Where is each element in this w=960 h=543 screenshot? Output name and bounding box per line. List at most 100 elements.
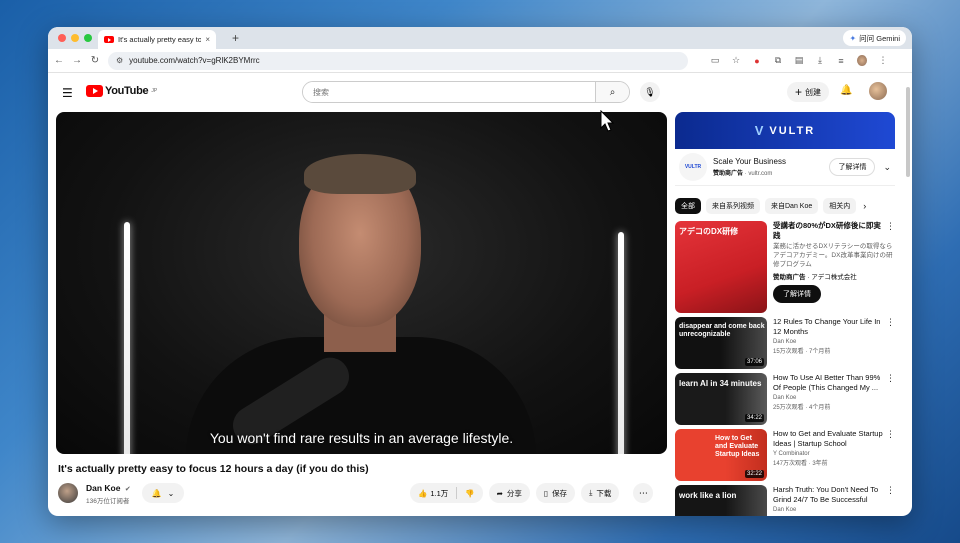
recommendation-meta: 15万次观看 · 7个月前 xyxy=(773,349,831,356)
chevron-right-icon[interactable]: › xyxy=(863,201,866,211)
save-button[interactable]: ▯ 保存 xyxy=(535,483,576,503)
chip-related[interactable]: 相关内 xyxy=(823,198,857,214)
video-player[interactable]: You won't find rare results in an averag… xyxy=(56,112,667,454)
sponsored-thumbnail[interactable]: アデコのDX研修 xyxy=(675,221,767,313)
reload-icon[interactable]: ↻ xyxy=(90,55,100,66)
kebab-menu-icon[interactable]: ⋮ xyxy=(886,485,895,496)
recommendation-channel[interactable]: Dan Koe xyxy=(773,339,895,345)
maximize-window-button[interactable] xyxy=(84,34,92,42)
search-button[interactable]: ⌕ xyxy=(595,82,629,102)
cast-icon[interactable]: ▭ xyxy=(710,55,720,66)
youtube-logo[interactable]: YouTube JP xyxy=(86,85,157,97)
advertiser-logo: VULTR xyxy=(679,153,707,181)
dislike-button[interactable]: 👎 xyxy=(457,489,482,498)
thumb-text: learn AI in 34 minutes xyxy=(679,379,762,388)
recommendation-thumbnail[interactable]: How to Get and Evaluate Startup Ideas 32… xyxy=(675,429,767,481)
download-icon[interactable]: ⤓ xyxy=(815,55,825,66)
tab-youtube[interactable]: It's actually pretty easy to foc × xyxy=(98,30,216,49)
recommendation-thumbnail[interactable]: work like a lion xyxy=(675,485,767,516)
address-bar[interactable]: ⚙ youtube.com/watch?v=gRlK2BYMrrc xyxy=(108,51,688,70)
recommendation-item[interactable]: disappear and come back unrecognizable 3… xyxy=(675,317,895,369)
kebab-menu-icon[interactable]: ⋮ xyxy=(886,373,895,384)
search-icon: ⌕ xyxy=(609,86,616,98)
bookmark-star-icon[interactable]: ☆ xyxy=(731,55,741,66)
kebab-menu-icon[interactable]: ⋮ xyxy=(886,221,895,232)
account-avatar[interactable] xyxy=(869,82,887,100)
mouse-cursor-icon xyxy=(600,110,614,132)
recommendation-item[interactable]: work like a lion Harsh Truth: You Don't … xyxy=(675,485,895,516)
video-duration: 37:06 xyxy=(744,358,764,366)
recommendation-thumbnail[interactable]: disappear and come back unrecognizable 3… xyxy=(675,317,767,369)
sponsored-title[interactable]: 受講者の80%がDX研修後に即実践 xyxy=(773,221,885,241)
sponsored-recommendation[interactable]: アデコのDX研修 受講者の80%がDX研修後に即実践 業務に活かせるDXリテラシ… xyxy=(675,221,895,313)
recommendation-item[interactable]: How to Get and Evaluate Startup Ideas 32… xyxy=(675,429,895,481)
chevron-down-icon[interactable]: ⌄ xyxy=(883,162,891,173)
recommendation-item[interactable]: learn AI in 34 minutes 34:22 How To Use … xyxy=(675,373,895,425)
kebab-menu-icon[interactable]: ⋮ xyxy=(886,317,895,328)
light-bar-left xyxy=(124,222,130,454)
recommendation-thumbnail[interactable]: learn AI in 34 minutes 34:22 xyxy=(675,373,767,425)
menu-kebab-icon[interactable]: ⋮ xyxy=(878,55,888,66)
ad-banner[interactable]: V VULTR xyxy=(675,112,895,149)
create-button[interactable]: + 创建 xyxy=(787,82,830,102)
recommendation-title[interactable]: How To Use AI Better Than 99% Of People … xyxy=(773,373,885,393)
like-button[interactable]: 👍 1.1万 xyxy=(410,488,456,499)
hamburger-menu-icon[interactable]: ☰ xyxy=(62,86,73,100)
video-actions: 👍 1.1万 👎 ➦ 分享 ▯ 保存 ⤓ 下载 ⋯ xyxy=(410,483,654,503)
profile-avatar-icon[interactable] xyxy=(857,55,867,66)
reading-list-icon[interactable]: ▤ xyxy=(794,55,804,66)
search-input[interactable] xyxy=(303,82,595,102)
thumbs-down-icon: 👎 xyxy=(465,488,475,498)
recommendation-channel[interactable]: Dan Koe xyxy=(773,507,895,513)
video-duration: 32:22 xyxy=(744,470,764,478)
recommendation-title[interactable]: Harsh Truth: You Don't Need To Grind 24/… xyxy=(773,485,885,505)
recommendation-meta: 25万次观看 · 4个月前 xyxy=(773,405,831,412)
ad-card[interactable]: VULTR Scale Your Business 赞助商广告 · vultr.… xyxy=(675,149,895,186)
ad-meta: 赞助商广告 · vultr.com xyxy=(713,171,773,177)
notifications-bell-icon[interactable]: 🔔 xyxy=(840,85,852,96)
extension-red-icon[interactable]: ● xyxy=(752,56,762,66)
forward-arrow-icon[interactable]: → xyxy=(72,55,82,66)
sponsored-learn-more-button[interactable]: 了解详情 xyxy=(773,284,821,303)
recommendation-title[interactable]: 12 Rules To Change Your Life In 12 Month… xyxy=(773,317,885,337)
page-scrollbar[interactable] xyxy=(906,87,910,177)
extension-icons: ▭ ☆ ● ⧉ ▤ ⤓ ≡ ⋮ xyxy=(710,55,888,66)
new-tab-button[interactable]: + xyxy=(232,31,239,45)
more-actions-button[interactable]: ⋯ xyxy=(633,483,654,503)
ad-title: Scale Your Business xyxy=(713,157,786,166)
youtube-favicon-icon xyxy=(104,36,114,43)
back-arrow-icon[interactable]: ← xyxy=(54,55,64,66)
chip-from-channel[interactable]: 来自Dan Koe xyxy=(765,198,819,214)
close-window-button[interactable] xyxy=(58,34,66,42)
bell-outline-icon: 🔔 xyxy=(151,488,162,498)
chip-all[interactable]: 全部 xyxy=(675,198,701,214)
youtube-wordmark: YouTube xyxy=(105,85,149,97)
gemini-label: 问问 Gemini xyxy=(859,33,900,43)
recommendation-title[interactable]: How to Get and Evaluate Startup Ideas | … xyxy=(773,429,885,449)
recommendation-channel[interactable]: Y Combinator xyxy=(773,451,895,457)
site-info-icon[interactable]: ⚙ xyxy=(116,56,123,65)
channel-avatar[interactable] xyxy=(58,483,78,503)
thumb-text: disappear and come back unrecognizable xyxy=(679,323,765,339)
voice-search-button[interactable]: 🎙 xyxy=(640,82,660,102)
speaker-hair xyxy=(304,154,416,194)
download-button[interactable]: ⤓ 下载 xyxy=(581,483,620,503)
gemini-button[interactable]: ✦ 问问 Gemini xyxy=(843,30,906,46)
channel-name[interactable]: Dan Koe ✔ xyxy=(86,483,131,493)
thumb-text: How to Get and Evaluate Startup Ideas xyxy=(715,435,760,459)
kebab-menu-icon[interactable]: ⋮ xyxy=(886,429,895,440)
chip-series[interactable]: 来自系列视频 xyxy=(706,198,760,214)
sponsored-description: 業務に活かせるDXリテラシーの取得ならアデコアカデミー。DX改革事業向けの研修プ… xyxy=(773,243,893,268)
sponsored-advertiser: アデコ株式会社 xyxy=(811,273,857,281)
share-button[interactable]: ➦ 分享 xyxy=(488,483,530,503)
tab-close-icon[interactable]: × xyxy=(205,35,210,44)
puzzle-extensions-icon[interactable]: ⧉ xyxy=(773,55,783,66)
recommendation-channel[interactable]: Dan Koe xyxy=(773,395,895,401)
ad-learn-more-button[interactable]: 了解详情 xyxy=(829,158,876,176)
bookmark-icon: ▯ xyxy=(543,488,549,498)
notification-bell-button[interactable]: 🔔 ⌄ xyxy=(142,483,184,503)
minimize-window-button[interactable] xyxy=(71,34,79,42)
ellipsis-icon: ⋯ xyxy=(638,487,648,498)
gemini-sparkle-icon: ✦ xyxy=(849,33,857,43)
media-control-icon[interactable]: ≡ xyxy=(836,56,846,66)
